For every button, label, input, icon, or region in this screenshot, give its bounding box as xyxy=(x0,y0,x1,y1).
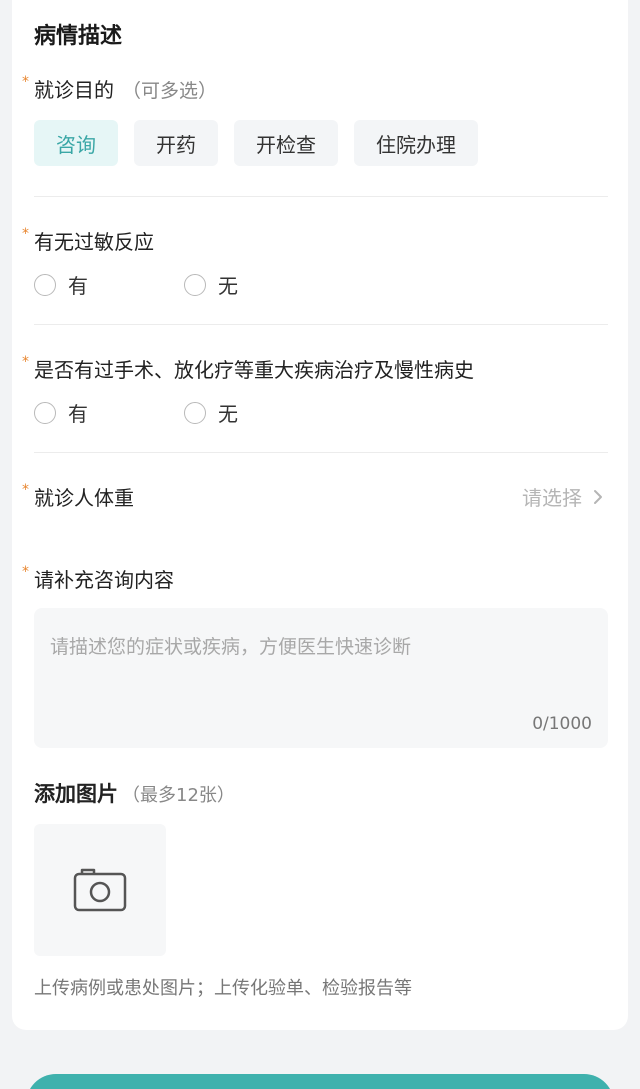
radio-label: 有 xyxy=(68,274,88,298)
chip-examination[interactable]: 开检查 xyxy=(234,120,338,166)
consult-label: * 请补充咨询内容 xyxy=(22,564,174,593)
chip-prescribe[interactable]: 开药 xyxy=(134,120,218,166)
add-images-hint: （最多12张） xyxy=(122,785,235,806)
image-upload-button[interactable] xyxy=(34,824,166,956)
upload-note: 上传病例或患处图片；上传化验单、检验报告等 xyxy=(34,978,412,999)
weight-placeholder: 请选择 xyxy=(522,486,582,510)
required-star: * xyxy=(22,482,29,498)
add-images-title: 添加图片 （最多12张） xyxy=(34,778,235,808)
chip-hospitalization[interactable]: 住院办理 xyxy=(354,120,478,166)
consult-textarea[interactable]: 请描述您的症状或疾病，方便医生快速诊断 0/1000 xyxy=(34,608,608,748)
char-counter: 0/1000 xyxy=(532,714,592,734)
consult-text: 请补充咨询内容 xyxy=(34,568,174,592)
allergy-label: * 有无过敏反应 xyxy=(22,226,154,255)
radio-circle[interactable] xyxy=(34,401,56,424)
allergy-text: 有无过敏反应 xyxy=(34,230,154,254)
weight-select[interactable]: 请选择 xyxy=(522,482,606,511)
required-star: * xyxy=(22,74,29,90)
add-images-text: 添加图片 xyxy=(34,782,118,806)
weight-label: * 就诊人体重 xyxy=(22,482,134,511)
section-title: 病情描述 xyxy=(34,24,123,49)
visit-purpose-options: 咨询 开药 开检查 住院办理 xyxy=(34,120,478,166)
visit-purpose-text: 就诊目的 xyxy=(34,78,114,102)
radio-label: 无 xyxy=(218,402,238,426)
radio-label: 无 xyxy=(218,274,238,298)
allergy-radio-group: 有 无 xyxy=(34,270,334,299)
divider xyxy=(34,196,608,197)
required-star: * xyxy=(22,564,29,580)
divider xyxy=(34,452,608,453)
required-star: * xyxy=(22,354,29,370)
camera-icon xyxy=(73,868,127,912)
consult-placeholder: 请描述您的症状或疾病，方便医生快速诊断 xyxy=(50,636,412,658)
divider xyxy=(34,324,608,325)
allergy-yes-radio[interactable]: 有 xyxy=(34,270,184,299)
radio-circle[interactable] xyxy=(184,401,206,424)
weight-text: 就诊人体重 xyxy=(34,486,134,510)
history-yes-radio[interactable]: 有 xyxy=(34,398,184,427)
visit-purpose-hint: （可多选） xyxy=(122,80,218,102)
history-radio-group: 有 无 xyxy=(34,398,334,427)
required-star: * xyxy=(22,226,29,242)
radio-circle[interactable] xyxy=(34,273,56,296)
visit-purpose-label: * 就诊目的 （可多选） xyxy=(22,74,218,103)
history-no-radio[interactable]: 无 xyxy=(184,398,334,427)
radio-circle[interactable] xyxy=(184,273,206,296)
chevron-right-icon xyxy=(594,489,602,504)
form-card: 病情描述 * 就诊目的 （可多选） 咨询 开药 开检查 住院办理 * 有无过敏反应… xyxy=(12,0,628,1030)
history-text: 是否有过手术、放化疗等重大疾病治疗及慢性病史 xyxy=(34,358,474,382)
history-label: * 是否有过手术、放化疗等重大疾病治疗及慢性病史 xyxy=(22,354,474,383)
chip-consult[interactable]: 咨询 xyxy=(34,120,118,166)
submit-button[interactable] xyxy=(26,1074,614,1089)
allergy-no-radio[interactable]: 无 xyxy=(184,270,334,299)
radio-label: 有 xyxy=(68,402,88,426)
